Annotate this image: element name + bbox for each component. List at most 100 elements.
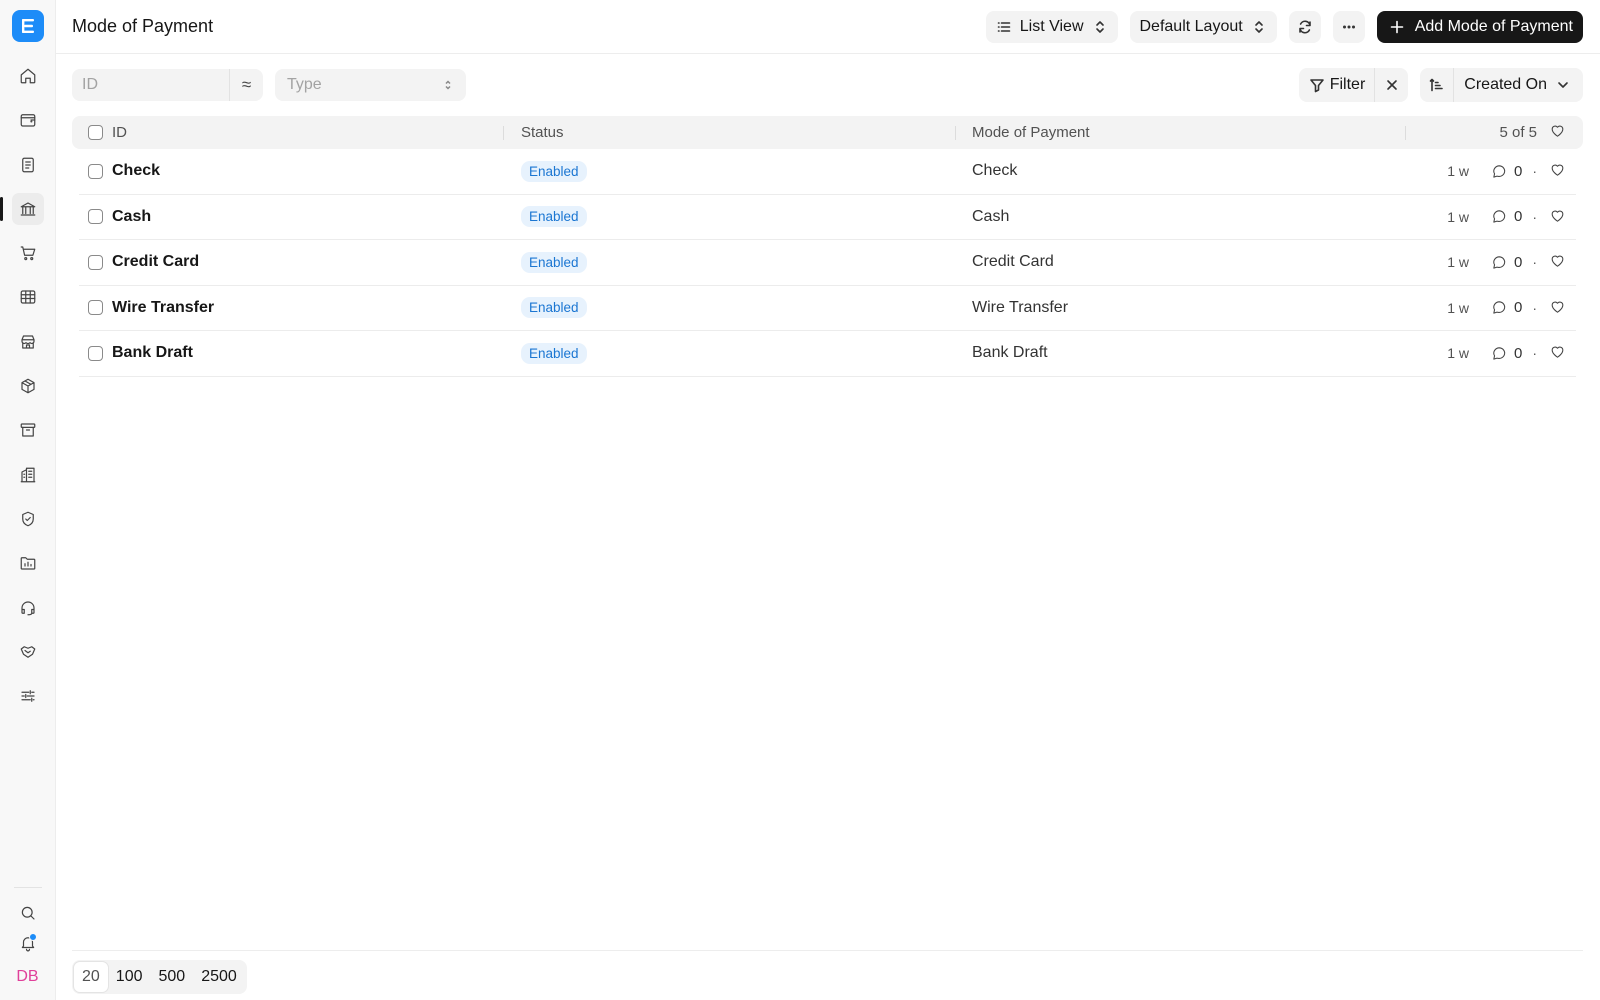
sidebar-item-folder-chart[interactable] <box>12 547 44 579</box>
comment-count[interactable]: 0 <box>1491 163 1522 180</box>
row-checkbox[interactable] <box>88 254 103 270</box>
topbar: Mode of Payment List View Default Layout… <box>56 0 1600 54</box>
page-title: Mode of Payment <box>72 16 214 36</box>
refresh-button[interactable] <box>1288 10 1321 43</box>
like-button[interactable] <box>1549 207 1566 227</box>
app-logo[interactable] <box>11 10 44 42</box>
clear-filters-button[interactable] <box>1374 68 1408 102</box>
row-id-cell: Bank Draft <box>79 344 504 362</box>
handshake-icon <box>20 646 35 658</box>
sidebar-item-home[interactable] <box>12 60 44 92</box>
like-button[interactable] <box>1549 343 1566 363</box>
sidebar-item-wallet[interactable] <box>12 104 44 136</box>
comment-count[interactable]: 0 <box>1491 254 1522 271</box>
more-options-button[interactable] <box>1332 10 1365 43</box>
sidebar-item-handshake[interactable] <box>12 636 44 668</box>
comment-count[interactable]: 0 <box>1491 345 1522 362</box>
row-checkbox[interactable] <box>88 163 103 179</box>
archive-icon <box>20 423 35 437</box>
row-age: 1 w <box>1447 345 1469 362</box>
sidebar-item-shield[interactable] <box>12 503 44 535</box>
page-size-option[interactable]: 500 <box>151 962 194 992</box>
app-logo-icon <box>21 19 34 33</box>
page-size-option[interactable]: 100 <box>108 962 151 992</box>
layout-switcher-label: Default Layout <box>1139 17 1243 35</box>
page-size-option[interactable]: 20 <box>74 961 108 992</box>
row-id-link[interactable]: Wire Transfer <box>112 299 214 317</box>
sort-field-select[interactable]: Created On <box>1454 68 1583 102</box>
sidebar-item-headset[interactable] <box>12 592 44 624</box>
row-id-link[interactable]: Credit Card <box>112 253 199 271</box>
sidebar-notifications[interactable] <box>14 929 42 957</box>
bank-icon <box>20 202 35 216</box>
view-switcher-button[interactable]: List View <box>985 10 1118 43</box>
layout-switcher-button[interactable]: Default Layout <box>1129 10 1277 43</box>
column-label: Mode of Payment <box>972 124 1090 141</box>
row-age: 1 w <box>1447 163 1469 180</box>
row-id-cell: Cash <box>79 208 504 226</box>
sidebar-item-archive[interactable] <box>12 414 44 446</box>
separator-dot: · <box>1532 163 1537 180</box>
row-status-cell: Enabled <box>504 297 956 319</box>
cart-icon <box>20 246 35 261</box>
table-row[interactable]: Credit Card Enabled Credit Card 1 w 0 · <box>79 240 1576 286</box>
table-row[interactable]: Check Enabled Check 1 w 0 · <box>79 149 1576 195</box>
sidebar-item-settings[interactable] <box>12 680 44 712</box>
avatar[interactable]: DB <box>16 964 38 990</box>
plus-icon <box>1390 20 1403 33</box>
record-count: 5 of 5 <box>1499 124 1537 141</box>
table-row[interactable]: Wire Transfer Enabled Wire Transfer 1 w … <box>79 286 1576 331</box>
add-mode-of-payment-button[interactable]: Add Mode of Payment <box>1376 10 1583 43</box>
row-mode-cell: Credit Card <box>972 253 1054 271</box>
like-button[interactable] <box>1549 161 1566 181</box>
sidebar-item-document[interactable] <box>12 149 44 181</box>
row-id-link[interactable]: Check <box>112 162 160 180</box>
filter-button[interactable]: Filter <box>1299 68 1375 102</box>
table-header: ID Status Mode of Payment 5 of 5 <box>72 116 1583 149</box>
sidebar-item-store[interactable] <box>12 326 44 358</box>
match-mode-button[interactable]: ≈ <box>229 69 263 101</box>
page-size-selector: 20 100 500 2500 <box>72 959 247 994</box>
comment-count-value: 0 <box>1513 208 1523 226</box>
row-meta: 1 w 0 · <box>1406 252 1576 272</box>
column-label: Status <box>521 124 564 141</box>
comment-icon <box>1493 301 1506 314</box>
type-filter-select[interactable]: Type <box>275 69 466 101</box>
sort-direction-button[interactable] <box>1420 68 1455 102</box>
table-row[interactable]: Cash Enabled Cash 1 w 0 · <box>79 195 1576 240</box>
sidebar-item-table[interactable] <box>12 281 44 313</box>
row-checkbox[interactable] <box>88 209 103 225</box>
row-meta: 1 w 0 · <box>1406 161 1576 181</box>
page-size-option[interactable]: 2500 <box>193 962 245 992</box>
main-content: Mode of Payment List View Default Layout… <box>56 0 1600 1000</box>
sidebar-item-building[interactable] <box>12 459 44 491</box>
comment-count[interactable]: 0 <box>1491 208 1522 225</box>
comment-icon <box>1493 256 1506 269</box>
column-header-mode: Mode of Payment <box>956 116 1406 149</box>
row-id-link[interactable]: Cash <box>112 208 151 226</box>
close-icon <box>1386 80 1397 90</box>
like-button[interactable] <box>1549 298 1566 318</box>
view-switcher-label: List View <box>1019 17 1084 35</box>
status-badge: Enabled <box>521 251 587 273</box>
id-filter-input[interactable] <box>72 69 229 101</box>
liked-filter-button[interactable] <box>1549 122 1566 143</box>
chevron-down-icon <box>1558 82 1568 88</box>
comment-count-value: 0 <box>1513 299 1523 317</box>
table-row[interactable]: Bank Draft Enabled Bank Draft 1 w 0 · <box>79 331 1576 377</box>
row-id-link[interactable]: Bank Draft <box>112 344 193 362</box>
sidebar-item-package[interactable] <box>12 370 44 402</box>
like-button[interactable] <box>1549 252 1566 272</box>
sidebar-item-cart[interactable] <box>12 237 44 269</box>
sidebar-item-bank[interactable] <box>0 192 44 225</box>
row-checkbox[interactable] <box>88 300 103 316</box>
column-header-id: ID <box>72 116 504 149</box>
select-all-checkbox[interactable] <box>88 125 103 140</box>
heart-icon <box>1551 301 1564 313</box>
row-meta: 1 w 0 · <box>1406 207 1576 227</box>
row-age: 1 w <box>1447 254 1469 271</box>
comment-count[interactable]: 0 <box>1491 299 1522 316</box>
comment-count-value: 0 <box>1513 253 1523 271</box>
sidebar-search[interactable] <box>14 899 42 927</box>
row-checkbox[interactable] <box>88 345 103 361</box>
